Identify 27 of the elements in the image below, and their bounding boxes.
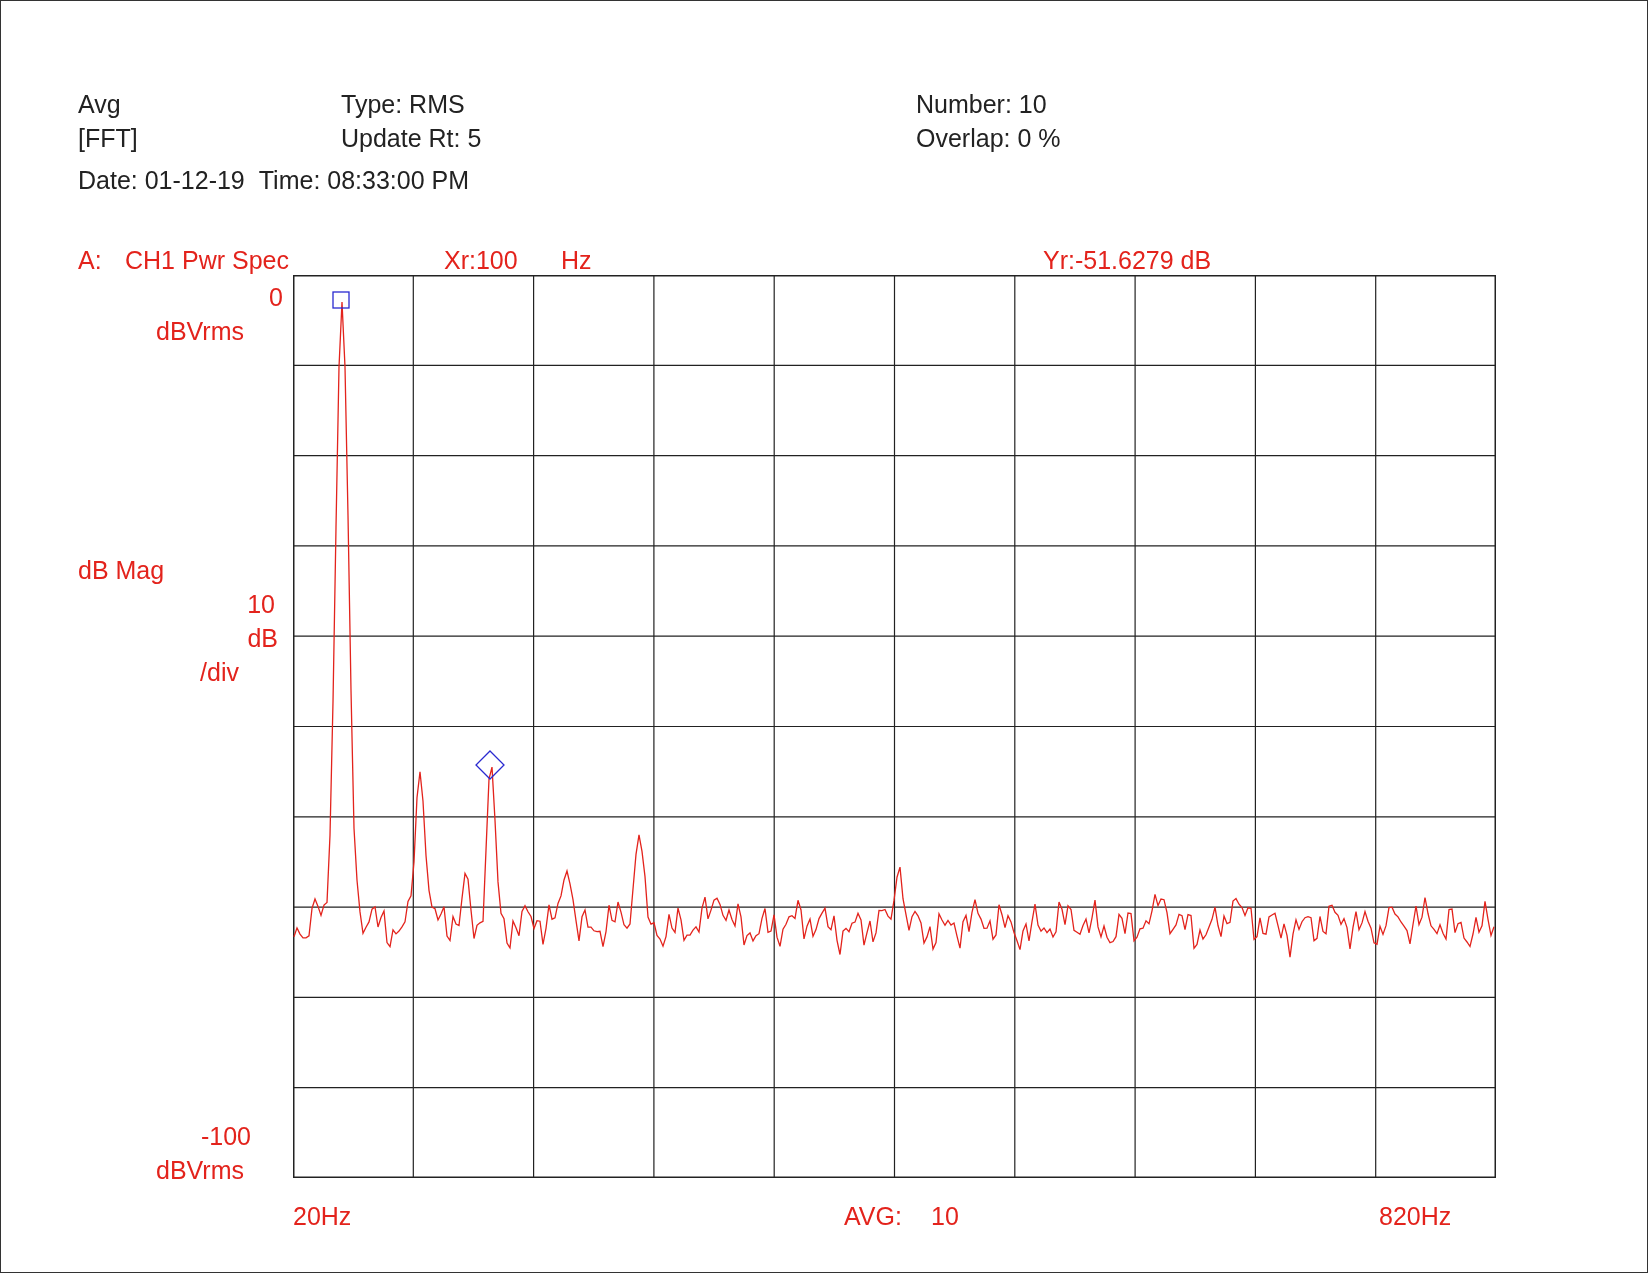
y-top-value: 0 [269,282,283,313]
average-label: AVG: [844,1201,903,1232]
diamond-marker-icon [475,750,505,780]
date-label: Date: 01-12-19 [78,165,245,196]
average-type-label: Type: RMS [341,89,466,120]
x-stop-label: 820Hz [1379,1201,1453,1232]
update-rate-label: Update Rt: 5 [341,123,483,154]
average-count: 10 [931,1201,960,1232]
measurement-label: CH1 Pwr Spec [125,245,290,276]
y-scale-value: 10 [247,589,275,620]
y-top-unit: dBVrms [156,316,244,347]
overlap-label: Overlap: 0 % [916,123,1062,154]
y-bottom-unit: dBVrms [156,1155,244,1186]
time-label: Time: 08:33:00 PM [258,165,470,196]
square-marker-icon [332,291,350,309]
domain-label: [FFT] [78,123,139,154]
y-readout: Yr:-51.6279 dB [1043,245,1213,276]
y-scale-per-div: /div [200,657,239,688]
average-number-label: Number: 10 [916,89,1048,120]
y-axis-label: dB Mag [78,555,165,586]
trace-label: A: [78,245,103,276]
x-start-label: 20Hz [293,1201,353,1232]
x-readout: Xr:100 [444,245,519,276]
y-bottom-value: -100 [200,1121,251,1152]
y-scale-unit: dB [247,623,278,654]
x-unit-label: Hz [561,245,593,276]
averaging-mode-label: Avg [78,89,122,120]
